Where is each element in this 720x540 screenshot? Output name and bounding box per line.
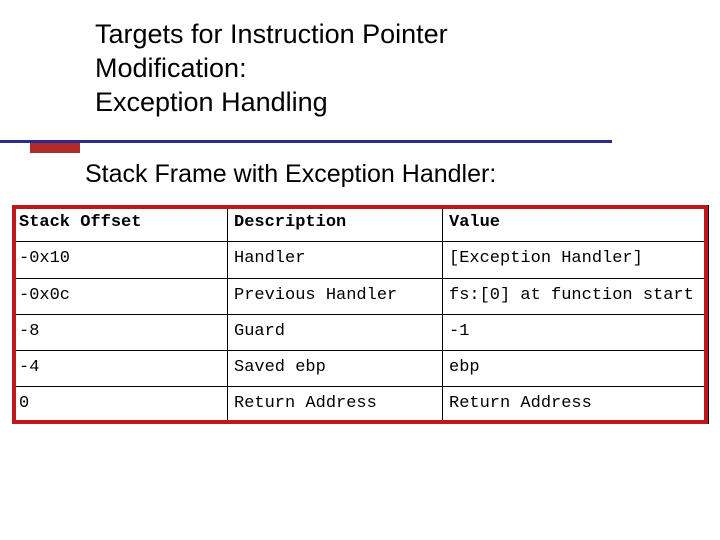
col-header-value: Value bbox=[443, 206, 709, 242]
table-row: -4 Saved ebp ebp bbox=[13, 351, 709, 387]
cell-offset: -8 bbox=[13, 314, 228, 350]
title-rule-long bbox=[0, 140, 612, 143]
section-subtitle: Stack Frame with Exception Handler: bbox=[85, 160, 496, 189]
table-row: 0 Return Address Return Address bbox=[13, 387, 709, 423]
cell-desc: Saved ebp bbox=[228, 351, 443, 387]
title-line-1: Targets for Instruction Pointer bbox=[95, 19, 448, 49]
cell-offset: -0x10 bbox=[13, 242, 228, 278]
stack-table-container: Stack Offset Description Value -0x10 Han… bbox=[12, 205, 708, 424]
slide-title-text: Targets for Instruction Pointer Modifica… bbox=[95, 18, 655, 119]
cell-value: Return Address bbox=[443, 387, 709, 423]
title-rule bbox=[0, 140, 720, 150]
slide-title: Targets for Instruction Pointer Modifica… bbox=[95, 18, 655, 119]
cell-desc: Return Address bbox=[228, 387, 443, 423]
cell-offset: 0 bbox=[13, 387, 228, 423]
table-header-row: Stack Offset Description Value bbox=[13, 206, 709, 242]
table-row: -0x10 Handler [Exception Handler] bbox=[13, 242, 709, 278]
cell-offset: -4 bbox=[13, 351, 228, 387]
table-row: -0x0c Previous Handler fs:[0] at functio… bbox=[13, 278, 709, 314]
slide: Targets for Instruction Pointer Modifica… bbox=[0, 0, 720, 540]
cell-desc: Handler bbox=[228, 242, 443, 278]
col-header-desc: Description bbox=[228, 206, 443, 242]
cell-value: -1 bbox=[443, 314, 709, 350]
stack-table-inner: Stack Offset Description Value -0x10 Han… bbox=[12, 205, 708, 424]
cell-value: fs:[0] at function start bbox=[443, 278, 709, 314]
title-line-3: Exception Handling bbox=[95, 87, 328, 117]
title-rule-accent bbox=[30, 143, 80, 153]
cell-offset: -0x0c bbox=[13, 278, 228, 314]
cell-value: ebp bbox=[443, 351, 709, 387]
table-row: -8 Guard -1 bbox=[13, 314, 709, 350]
cell-desc: Guard bbox=[228, 314, 443, 350]
col-header-offset: Stack Offset bbox=[13, 206, 228, 242]
stack-table: Stack Offset Description Value -0x10 Han… bbox=[12, 205, 709, 424]
cell-value: [Exception Handler] bbox=[443, 242, 709, 278]
cell-desc: Previous Handler bbox=[228, 278, 443, 314]
title-line-2: Modification: bbox=[95, 53, 247, 83]
